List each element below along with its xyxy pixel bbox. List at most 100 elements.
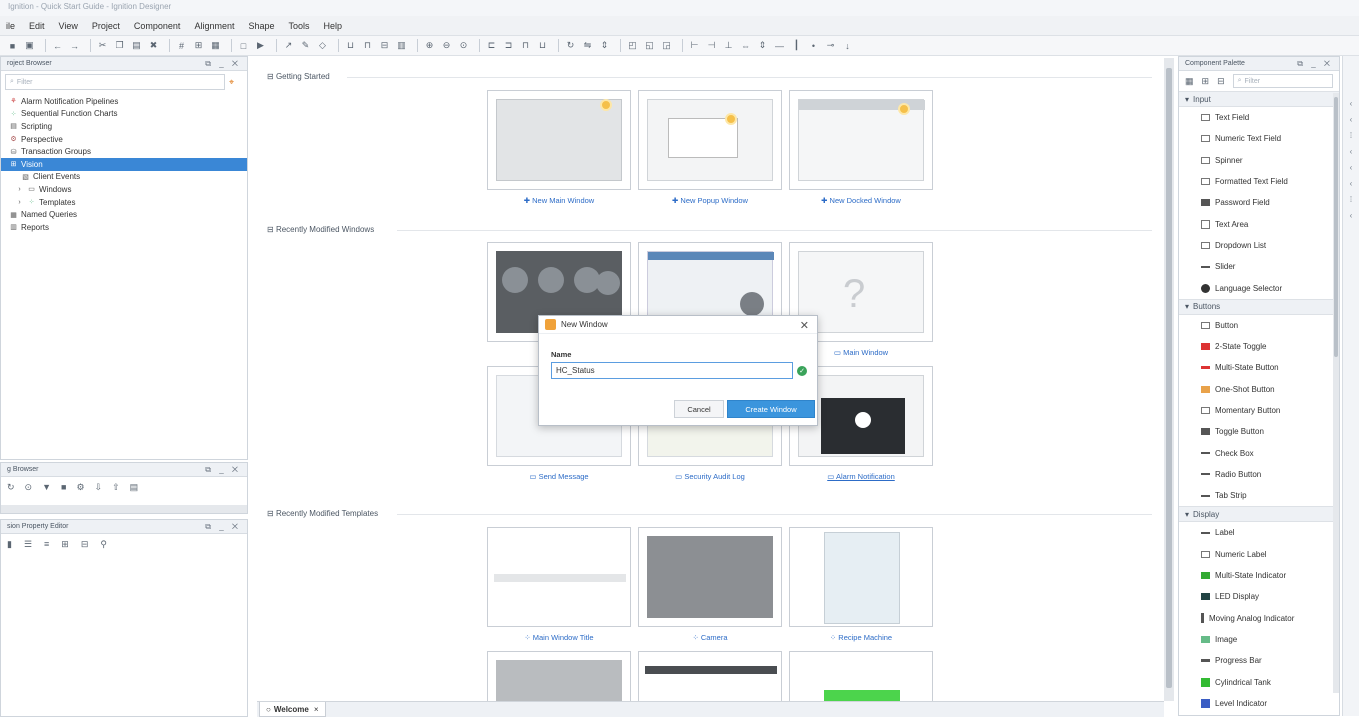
menu-help[interactable]: Help (324, 21, 343, 31)
new-popup-window-link[interactable]: ✚ New Popup Window (635, 196, 785, 205)
tree-item-templates[interactable]: › ⁘ Templates (9, 196, 247, 209)
tree-item-named-queries[interactable]: ▦ Named Queries (9, 208, 247, 221)
all-view-icon[interactable]: ≡ (44, 539, 49, 549)
tree-item-transaction-groups[interactable]: ⛁ Transaction Groups (9, 145, 247, 158)
view-options-icon[interactable]: ▤ (130, 482, 139, 493)
vertical-scrollbar[interactable] (1333, 93, 1339, 693)
settings-icon[interactable]: ⚙ (76, 482, 84, 493)
cancel-button[interactable]: Cancel (674, 400, 724, 418)
new-docked-window-link[interactable]: ✚ New Docked Window (786, 196, 936, 205)
rotate-icon[interactable]: ↻ (564, 39, 577, 52)
connector-icon[interactable]: ⊸ (824, 39, 837, 52)
pen-icon[interactable]: ✎ (299, 39, 312, 52)
zoom-out-icon[interactable]: ⊖ (440, 39, 453, 52)
palette-item-text-area[interactable]: Text Area (1179, 213, 1339, 234)
save-all-icon[interactable]: ▣ (23, 39, 36, 52)
line-icon[interactable]: — (773, 39, 786, 52)
subtract-icon[interactable]: ⊟ (378, 39, 391, 52)
main-window-title-card[interactable] (487, 527, 631, 627)
align-left-icon[interactable]: ⊏ (485, 39, 498, 52)
size-height-icon[interactable]: ⇕ (756, 39, 769, 52)
list-view-icon[interactable]: ▦ (1185, 76, 1194, 87)
scroll-thumb[interactable] (1166, 68, 1172, 688)
save-icon[interactable]: ■ (6, 39, 19, 52)
close-icon[interactable]: × (314, 705, 319, 714)
shape-icon[interactable]: ◇ (316, 39, 329, 52)
lock-icon[interactable]: ⌖ (229, 77, 247, 88)
palette-item-cylindrical-tank[interactable]: Cylindrical Tank (1179, 671, 1339, 692)
panel-controls[interactable]: ⧉ _ ✕ (205, 465, 241, 475)
standard-view-icon[interactable]: ☰ (24, 539, 32, 550)
palette-group-display[interactable]: ▾ Display (1179, 506, 1339, 523)
new-docked-window-card[interactable] (789, 90, 933, 190)
palette-item-multi-state-indicator[interactable]: Multi-State Indicator (1179, 565, 1339, 586)
snap-icon[interactable]: ⊞ (192, 39, 205, 52)
menu-shape[interactable]: Shape (248, 21, 274, 31)
palette-item-numeric-label[interactable]: Numeric Label (1179, 544, 1339, 565)
tree-item-vision[interactable]: ⊞ Vision (1, 157, 247, 171)
alarm-notification-link[interactable]: ▭ Alarm Notification (786, 472, 936, 481)
palette-item-momentary-button[interactable]: Momentary Button (1179, 400, 1339, 421)
delete-icon[interactable]: ✖ (147, 39, 160, 52)
palette-item-language-selector[interactable]: Language Selector (1179, 277, 1339, 298)
palette-item-spinner[interactable]: Spinner (1179, 150, 1339, 171)
menu-project[interactable]: Project (92, 21, 120, 31)
paste-icon[interactable]: ▤ (130, 39, 143, 52)
camera-card[interactable] (638, 527, 782, 627)
preview-icon[interactable]: □ (237, 39, 250, 52)
panel-controls[interactable]: ⧉ _ ✕ (205, 522, 241, 532)
undo-icon[interactable]: ← (51, 39, 64, 52)
palette-item-image[interactable]: Image (1179, 629, 1339, 650)
recipe-machine-card[interactable] (789, 527, 933, 627)
palette-item-label[interactable]: Label (1179, 522, 1339, 543)
security-audit-log-link[interactable]: ▭ Security Audit Log (635, 472, 785, 481)
pin-icon[interactable]: ↓ (841, 39, 854, 52)
size-width-icon[interactable]: ⇔ (739, 39, 752, 52)
palette-item-multi-state-button[interactable]: Multi-State Button (1179, 357, 1339, 378)
panel-controls[interactable]: ⧉ _ ✕ (205, 59, 241, 69)
align-middle-icon[interactable]: ⊣ (705, 39, 718, 52)
intersect-icon[interactable]: ⊓ (361, 39, 374, 52)
palette-item-progress-bar[interactable]: Progress Bar (1179, 650, 1339, 671)
palette-item-one-shot-button[interactable]: One-Shot Button (1179, 379, 1339, 400)
palette-item-password-field[interactable]: Password Field (1179, 192, 1339, 213)
window-name-input[interactable] (551, 362, 793, 379)
palette-item-radio-button[interactable]: Radio Button (1179, 464, 1339, 485)
order-up-icon[interactable]: ◲ (660, 39, 673, 52)
tree-item-sfc[interactable]: ⁘ Sequential Function Charts (9, 108, 247, 121)
send-message-link[interactable]: ▭ Send Message (484, 472, 634, 481)
palette-item-formatted-text-field[interactable]: Formatted Text Field (1179, 171, 1339, 192)
zoom-in-icon[interactable]: ⊕ (423, 39, 436, 52)
palette-item-moving-analog-indicator[interactable]: Moving Analog Indicator (1179, 608, 1339, 629)
template-card-4[interactable] (487, 651, 631, 703)
palette-item-level-indicator[interactable]: Level Indicator (1179, 693, 1339, 714)
align-center-icon[interactable]: ⊐ (502, 39, 515, 52)
new-main-window-link[interactable]: ✚ New Main Window (484, 196, 634, 205)
tree-item-alarm-pipelines[interactable]: ⚘ Alarm Notification Pipelines (9, 95, 247, 108)
section-recent-templates[interactable]: ⊟ Recently Modified Templates (267, 509, 378, 518)
category-icon[interactable]: ⊞ (61, 539, 69, 550)
order-back-icon[interactable]: ◱ (643, 39, 656, 52)
pointer-icon[interactable]: ↗ (282, 39, 295, 52)
menu-component[interactable]: Component (134, 21, 181, 31)
tree-item-windows[interactable]: › ▭ Windows (9, 183, 247, 196)
customizer-icon[interactable]: ⚲ (100, 539, 107, 550)
tree-item-perspective[interactable]: ⚙ Perspective (9, 133, 247, 146)
vertical-scrollbar[interactable] (1164, 58, 1174, 701)
palette-filter-input[interactable]: ⌕ Filter (1232, 74, 1333, 88)
palette-item-check-box[interactable]: Check Box (1179, 442, 1339, 463)
menu-edit[interactable]: Edit (29, 21, 45, 31)
tag-icon[interactable]: ■ (61, 482, 66, 492)
project-filter-input[interactable]: ⌕ Filter (5, 74, 225, 90)
recipe-machine-link[interactable]: ⁘ Recipe Machine (786, 633, 936, 642)
new-popup-window-card[interactable] (638, 90, 782, 190)
template-card-6[interactable] (789, 651, 933, 703)
zoom-fit-icon[interactable]: ⊙ (457, 39, 470, 52)
new-main-window-card[interactable] (487, 90, 631, 190)
main-window-title-link[interactable]: ⁘ Main Window Title (484, 633, 634, 642)
horizontal-scrollbar[interactable] (1, 505, 247, 513)
grid-view-icon[interactable]: ⊟ (1217, 76, 1225, 87)
palette-item-toggle-button[interactable]: Toggle Button (1179, 421, 1339, 442)
refresh-icon[interactable]: ↻ (7, 482, 15, 493)
align-edges-icon[interactable]: ⊢ (688, 39, 701, 52)
